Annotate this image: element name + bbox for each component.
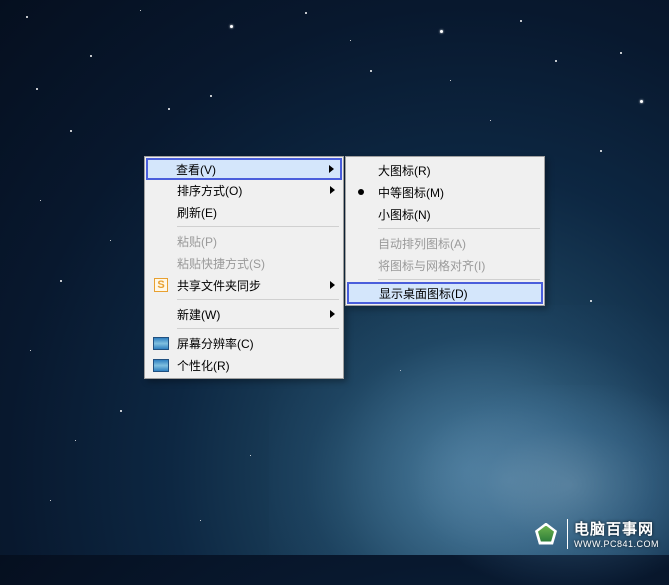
menu-item-new[interactable]: 新建(W) xyxy=(147,303,341,325)
menu-label: 小图标(N) xyxy=(378,206,431,223)
radio-selected-icon xyxy=(358,189,364,195)
menu-item-paste: 粘贴(P) xyxy=(147,230,341,252)
view-submenu: 大图标(R) 中等图标(M) 小图标(N) 自动排列图标(A) 将图标与网格对齐… xyxy=(345,156,545,306)
menu-label: 中等图标(M) xyxy=(378,184,444,201)
watermark-url: WWW.PC841.COM xyxy=(574,539,659,549)
submenu-arrow-icon xyxy=(330,310,335,318)
menu-separator xyxy=(177,299,339,300)
monitor-icon xyxy=(153,357,169,373)
menu-item-sort[interactable]: 排序方式(O) xyxy=(147,179,341,201)
menu-item-refresh[interactable]: 刷新(E) xyxy=(147,201,341,223)
menu-label: 将图标与网格对齐(I) xyxy=(378,257,485,274)
watermark-name: 电脑百事网 xyxy=(574,518,659,539)
menu-label: 新建(W) xyxy=(177,306,220,323)
menu-separator xyxy=(177,328,339,329)
submenu-arrow-icon xyxy=(330,186,335,194)
menu-label: 共享文件夹同步 xyxy=(177,277,261,294)
watermark-logo-icon xyxy=(535,523,557,545)
menu-label: 自动排列图标(A) xyxy=(378,235,466,252)
menu-item-personalize[interactable]: 个性化(R) xyxy=(147,354,341,376)
menu-item-screen-resolution[interactable]: 屏幕分辨率(C) xyxy=(147,332,341,354)
menu-label: 粘贴快捷方式(S) xyxy=(177,255,265,272)
submenu-item-medium-icons[interactable]: 中等图标(M) xyxy=(348,181,542,203)
submenu-item-small-icons[interactable]: 小图标(N) xyxy=(348,203,542,225)
menu-separator xyxy=(378,279,540,280)
menu-label: 屏幕分辨率(C) xyxy=(177,335,254,352)
submenu-item-show-desktop-icons[interactable]: 显示桌面图标(D) xyxy=(347,282,543,304)
menu-label: 显示桌面图标(D) xyxy=(379,285,468,302)
desktop-context-menu: 查看(V) 排序方式(O) 刷新(E) 粘贴(P) 粘贴快捷方式(S) S 共享… xyxy=(144,156,344,379)
menu-item-share-sync[interactable]: S 共享文件夹同步 xyxy=(147,274,341,296)
watermark-divider xyxy=(567,519,568,549)
menu-label: 大图标(R) xyxy=(378,162,431,179)
menu-label: 查看(V) xyxy=(176,161,216,178)
submenu-item-align-grid[interactable]: 将图标与网格对齐(I) xyxy=(348,254,542,276)
menu-item-view[interactable]: 查看(V) xyxy=(146,158,342,180)
submenu-item-auto-arrange[interactable]: 自动排列图标(A) xyxy=(348,232,542,254)
menu-label: 排序方式(O) xyxy=(177,182,242,199)
monitor-icon xyxy=(153,335,169,351)
menu-item-paste-shortcut: 粘贴快捷方式(S) xyxy=(147,252,341,274)
menu-label: 粘贴(P) xyxy=(177,233,217,250)
menu-label: 个性化(R) xyxy=(177,357,230,374)
menu-separator xyxy=(177,226,339,227)
menu-label: 刷新(E) xyxy=(177,204,217,221)
menu-separator xyxy=(378,228,540,229)
watermark: 电脑百事网 WWW.PC841.COM xyxy=(535,518,659,549)
submenu-arrow-icon xyxy=(330,281,335,289)
share-folder-icon: S xyxy=(153,277,169,293)
submenu-arrow-icon xyxy=(329,165,334,173)
submenu-item-large-icons[interactable]: 大图标(R) xyxy=(348,159,542,181)
